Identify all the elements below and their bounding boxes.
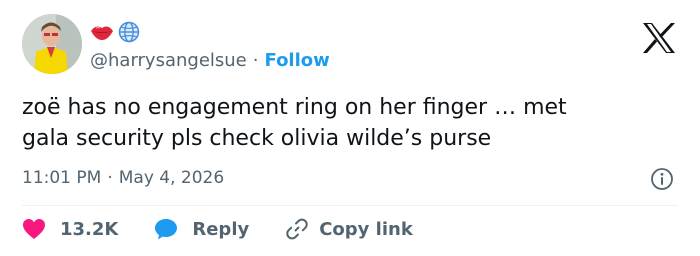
- tweet-date: May 4, 2026: [118, 168, 225, 188]
- lips-icon: [90, 23, 114, 45]
- x-logo-icon[interactable]: [642, 22, 676, 54]
- info-icon[interactable]: [650, 167, 674, 191]
- follow-button[interactable]: Follow: [265, 50, 330, 71]
- separator-dot: ·: [107, 168, 113, 188]
- display-name[interactable]: [90, 20, 140, 48]
- user-handle[interactable]: @harrysangelsue: [90, 50, 247, 71]
- separator-dot: ·: [252, 49, 259, 71]
- like-count: 13.2K: [60, 218, 119, 240]
- tweet-time: 11:01 PM: [22, 168, 102, 188]
- tweet-timestamp[interactable]: 11:01 PM · May 4, 2026: [22, 165, 224, 191]
- speech-bubble-icon: [154, 218, 178, 240]
- copy-link-button[interactable]: Copy link: [285, 217, 413, 241]
- copy-link-label: Copy link: [319, 218, 413, 240]
- tweet-card: @harrysangelsue · Follow zoë has no enga…: [0, 0, 700, 256]
- heart-icon: [22, 218, 46, 240]
- reply-label: Reply: [192, 218, 250, 240]
- tweet-text: zoë has no engagement ring on her finger…: [22, 95, 567, 151]
- link-icon: [285, 217, 309, 241]
- divider: [22, 205, 678, 206]
- avatar[interactable]: [22, 14, 82, 74]
- like-button[interactable]: 13.2K: [22, 218, 154, 240]
- handle-row: @harrysangelsue · Follow: [90, 48, 330, 72]
- action-bar: 13.2K Reply Copy link: [22, 214, 413, 244]
- globe-icon: [118, 21, 140, 47]
- reply-button[interactable]: Reply: [154, 218, 285, 240]
